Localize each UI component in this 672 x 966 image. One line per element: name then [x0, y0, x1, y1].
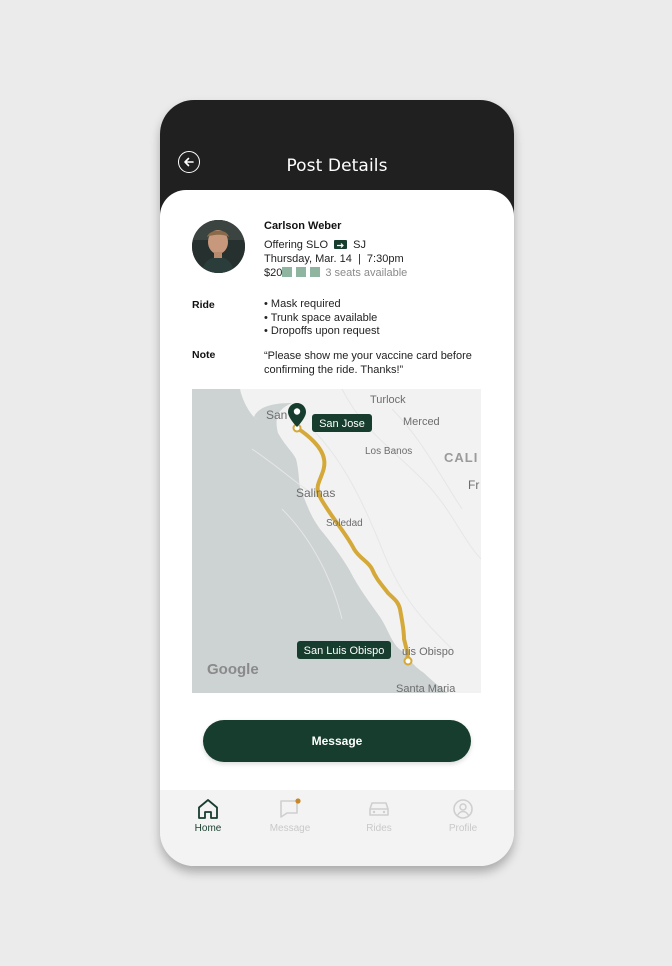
list-item: • Dropoffs upon request [264, 325, 380, 337]
chat-icon [280, 798, 301, 818]
seats-available: 3 seats available [325, 267, 408, 279]
destination-callout: San Luis Obispo [297, 641, 391, 659]
tab-label: Message [269, 823, 311, 834]
price-seats-row: $20 3 seats available [264, 266, 407, 280]
notification-badge [295, 798, 301, 804]
destination-dot [403, 656, 413, 666]
phone-frame: Post Details Carlson Weber Offering SLO … [160, 100, 514, 866]
page-title: Post Details [286, 156, 388, 176]
tab-home[interactable]: Home [178, 798, 238, 834]
ride-datetime: Thursday, Mar. 14 | 7:30pm [264, 253, 404, 265]
offering-destination: SJ [353, 239, 366, 251]
seat-indicator [310, 267, 321, 278]
bottom-tab-bar: Home Message Rides Profile [160, 790, 514, 866]
tab-profile[interactable]: Profile [433, 798, 493, 834]
offering-row: Offering SLO SJ [264, 238, 407, 252]
ride-features: • Mask required • Trunk space available … [264, 298, 380, 339]
message-button[interactable]: Message [203, 720, 471, 762]
driver-photo [192, 220, 245, 273]
tab-label: Home [194, 823, 222, 834]
route-map[interactable]: Turlock Merced Los Banos CALI Fr San Sal… [192, 389, 481, 693]
user-icon [453, 799, 473, 819]
car-icon [369, 802, 389, 816]
list-item: • Mask required [264, 298, 341, 310]
tab-rides[interactable]: Rides [349, 798, 409, 834]
list-item: • Trunk space available [264, 311, 378, 324]
tab-message[interactable]: Message [260, 798, 320, 834]
place-label: Soledad [326, 518, 363, 529]
note-text: “Please show me your vaccine card before… [264, 350, 472, 376]
arrow-right-icon [334, 239, 348, 249]
destination-label: San Luis Obispo [304, 645, 385, 657]
google-logo: Google [207, 661, 259, 678]
driver-name: Carlson Weber [264, 220, 342, 232]
seat-indicator [296, 267, 307, 278]
place-label: San [266, 408, 287, 422]
offering-origin: Offering SLO [264, 239, 328, 251]
tab-label: Profile [448, 823, 478, 834]
origin-label: San Jose [319, 418, 365, 430]
tab-label: Rides [366, 823, 392, 834]
place-label: Fr [468, 478, 479, 492]
place-label: Turlock [370, 394, 406, 406]
post-info: Carlson Weber Offering SLO SJ Thursday, … [264, 220, 407, 280]
avatar[interactable] [192, 220, 245, 273]
seat-indicator [282, 267, 293, 278]
origin-callout: San Jose [312, 414, 372, 432]
place-label: Salinas [296, 486, 335, 500]
home-icon [198, 799, 218, 819]
ride-price: $20 [264, 267, 283, 279]
place-label: Merced [403, 416, 440, 428]
place-label: Los Banos [365, 446, 412, 457]
place-label: uis Obispo [402, 646, 454, 658]
note-label: Note [192, 349, 216, 361]
place-label: CALI [444, 450, 478, 465]
ride-label: Ride [192, 299, 215, 311]
place-label: Santa Maria [396, 683, 456, 693]
